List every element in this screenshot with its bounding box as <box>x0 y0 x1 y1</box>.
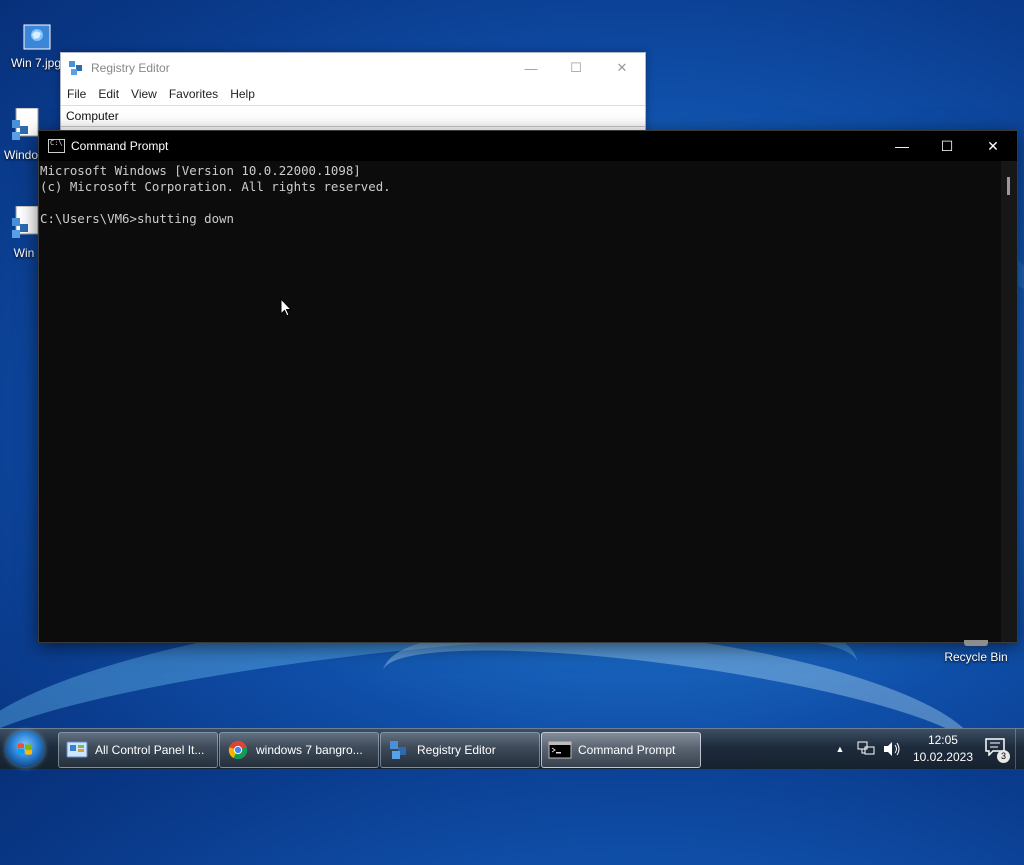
window-title: Command Prompt <box>71 139 169 153</box>
system-tray: ▲ 12:05 10.02.2023 3 <box>827 729 1024 769</box>
image-file-icon <box>18 22 54 54</box>
clock[interactable]: 12:05 10.02.2023 <box>913 732 973 766</box>
clock-time: 12:05 <box>927 733 958 747</box>
desktop-icon-label: Recycle Bin <box>944 650 1008 664</box>
minimize-button[interactable]: — <box>508 53 554 83</box>
vertical-scrollbar[interactable] <box>1001 161 1017 642</box>
address-bar[interactable]: Computer <box>61 105 645 127</box>
console-line: (c) Microsoft Corporation. All rights re… <box>40 179 391 194</box>
desktop-icon-win7-jpg[interactable]: Win 7.jpg <box>8 22 64 70</box>
cmd-icon <box>548 739 572 761</box>
control-panel-icon <box>65 739 89 761</box>
taskbar-button-chrome[interactable]: windows 7 bangro... <box>219 732 379 768</box>
menu-bar: File Edit View Favorites Help <box>61 83 645 105</box>
command-prompt-titlebar[interactable]: Command Prompt — ☐ ✕ <box>39 131 1017 161</box>
recycle-bin-icon <box>964 640 988 646</box>
menu-edit[interactable]: Edit <box>92 87 125 101</box>
taskbar-button-registry-editor[interactable]: Registry Editor <box>380 732 540 768</box>
menu-favorites[interactable]: Favorites <box>163 87 224 101</box>
show-hidden-icons-icon[interactable]: ▲ <box>829 739 851 759</box>
taskbar-button-label: All Control Panel It... <box>95 743 205 757</box>
command-prompt-window[interactable]: Command Prompt — ☐ ✕ Microsoft Windows [… <box>38 130 1018 643</box>
network-icon[interactable] <box>855 739 877 759</box>
menu-file[interactable]: File <box>61 87 92 101</box>
console-line: C:\Users\VM6>shutting down <box>40 211 234 226</box>
registry-file-icon <box>6 108 42 140</box>
menu-view[interactable]: View <box>125 87 163 101</box>
close-button[interactable]: ✕ <box>599 53 645 83</box>
console-output[interactable]: Microsoft Windows [Version 10.0.22000.10… <box>39 161 1001 642</box>
taskbar-button-control-panel[interactable]: All Control Panel It... <box>58 732 218 768</box>
close-button[interactable]: ✕ <box>970 131 1016 161</box>
taskbar-button-command-prompt[interactable]: Command Prompt <box>541 732 701 768</box>
taskbar-button-label: windows 7 bangro... <box>256 743 363 757</box>
registry-editor-titlebar[interactable]: Registry Editor — ☐ ✕ <box>61 53 645 83</box>
start-button[interactable] <box>6 731 44 767</box>
desktop-icon-label: Win 7.jpg <box>10 56 62 70</box>
chrome-icon <box>226 739 250 761</box>
taskbar-button-label: Command Prompt <box>578 743 676 757</box>
window-title: Registry Editor <box>91 61 170 75</box>
cmd-icon <box>48 139 65 153</box>
notification-count-badge: 3 <box>997 750 1010 763</box>
scrollbar-thumb[interactable] <box>1007 177 1010 195</box>
mouse-pointer-icon <box>280 297 294 318</box>
registry-file-icon <box>6 206 42 238</box>
show-desktop-button[interactable] <box>1015 729 1024 769</box>
maximize-button[interactable]: ☐ <box>553 53 599 83</box>
registry-editor-icon <box>387 739 411 761</box>
windows-logo-icon <box>18 743 32 755</box>
console-line: Microsoft Windows [Version 10.0.22000.10… <box>40 163 361 178</box>
minimize-button[interactable]: — <box>879 131 925 161</box>
registry-editor-icon <box>68 60 84 76</box>
maximize-button[interactable]: ☐ <box>924 131 970 161</box>
taskbar-button-label: Registry Editor <box>417 743 496 757</box>
menu-help[interactable]: Help <box>224 87 261 101</box>
action-center-icon[interactable]: 3 <box>985 738 1010 763</box>
registry-editor-window[interactable]: Registry Editor — ☐ ✕ File Edit View Fav… <box>60 52 646 134</box>
taskbar: All Control Panel It... windows 7 bangro… <box>0 728 1024 769</box>
volume-icon[interactable] <box>881 739 903 759</box>
clock-date: 10.02.2023 <box>912 750 973 764</box>
desktop-icon-recycle-bin[interactable]: Recycle Bin <box>940 640 1012 664</box>
